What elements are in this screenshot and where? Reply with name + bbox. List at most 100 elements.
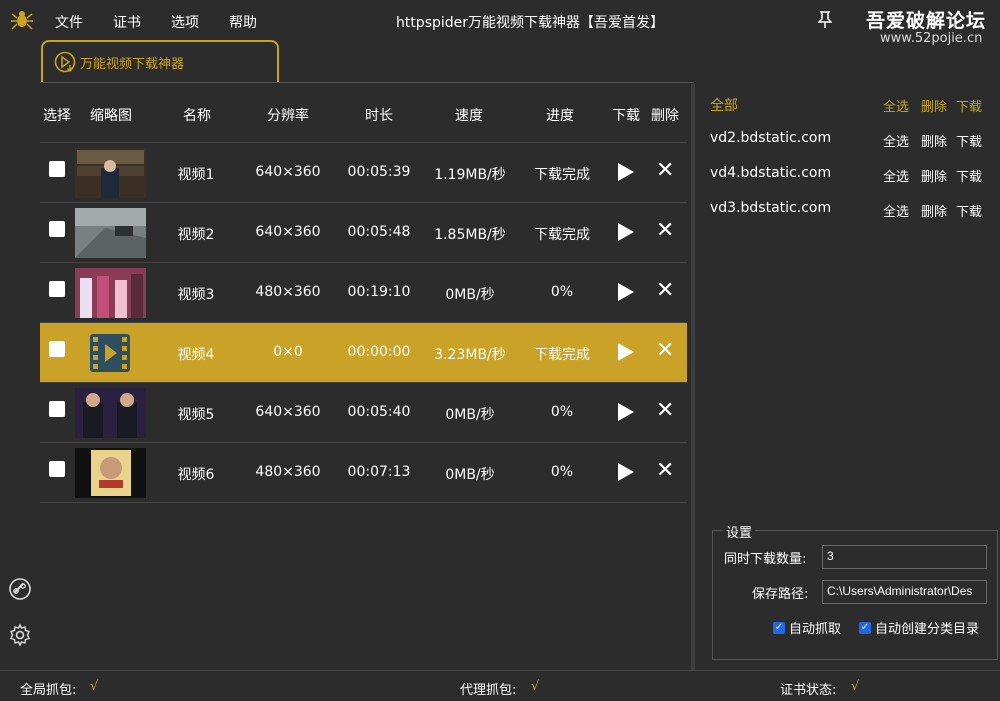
video-duration: 00:05:39	[347, 164, 411, 180]
watermark-title: 吾爱破解论坛	[866, 10, 987, 32]
save-path-label: 保存路径:	[752, 587, 809, 602]
concurrent-input[interactable]: 3	[822, 545, 987, 569]
video-speed: 3.23MB/秒	[434, 347, 506, 363]
table-row[interactable]: 视频5 640×360 00:05:40 0MB/秒 0% ✕	[40, 383, 687, 443]
row-checkbox[interactable]	[49, 221, 65, 237]
close-icon[interactable]: ✕	[656, 278, 674, 303]
video-speed: 0MB/秒	[445, 467, 495, 483]
video-progress: 下载完成	[534, 167, 590, 183]
film-icon	[90, 334, 130, 372]
close-icon[interactable]: ✕	[656, 218, 674, 243]
table-row[interactable]: 视频6 480×360 00:07:13 0MB/秒 0% ✕	[40, 443, 687, 503]
window-title: httpspider万能视频下载神器【吾爱首发】	[395, 15, 665, 31]
pin-icon[interactable]	[817, 11, 833, 33]
host-select-all-button[interactable]: 全选	[883, 166, 909, 185]
close-icon[interactable]: ✕	[656, 158, 674, 183]
table-header	[40, 84, 687, 143]
video-name: 视频5	[177, 407, 215, 423]
header-progress: 进度	[546, 108, 574, 124]
video-progress: 0%	[550, 284, 574, 300]
play-icon[interactable]	[618, 403, 634, 421]
proxy-capture-status: √	[531, 679, 540, 694]
play-icon[interactable]	[618, 223, 634, 241]
row-checkbox[interactable]	[49, 281, 65, 297]
header-download: 下载	[612, 108, 640, 124]
video-name: 视频1	[177, 167, 215, 183]
play-icon[interactable]	[618, 163, 634, 181]
host-delete-button[interactable]: 删除	[921, 166, 947, 185]
link-icon[interactable]	[8, 577, 32, 605]
video-resolution: 640×360	[255, 164, 321, 180]
save-path-input[interactable]: C:\Users\Administrator\Des	[822, 580, 987, 604]
video-speed: 1.85MB/秒	[434, 227, 506, 243]
concurrent-label: 同时下载数量:	[724, 552, 807, 567]
table-row[interactable]: 视频1 640×360 00:05:39 1.19MB/秒 下载完成 ✕	[40, 143, 687, 203]
all-download-button[interactable]: 下载	[956, 96, 982, 115]
tab-divider	[40, 82, 694, 83]
video-progress: 下载完成	[534, 227, 590, 243]
watermark-url: www.52pojie.cn	[880, 31, 983, 46]
header-delete: 删除	[651, 108, 679, 124]
all-delete-button[interactable]: 删除	[921, 96, 947, 115]
table-row[interactable]: 视频3 480×360 00:19:10 0MB/秒 0% ✕	[40, 263, 687, 323]
menu-file[interactable]: 文件	[55, 12, 83, 32]
table-row[interactable]: 视频4 0×0 00:00:00 3.23MB/秒 下载完成 ✕	[40, 323, 687, 383]
header-duration: 时长	[365, 108, 393, 124]
host-item[interactable]: vd2.bdstatic.com	[710, 130, 831, 146]
auto-folder-label: 自动创建分类目录	[875, 622, 980, 637]
video-speed: 0MB/秒	[445, 407, 495, 423]
close-icon[interactable]: ✕	[656, 398, 674, 423]
row-checkbox[interactable]	[49, 161, 65, 177]
global-capture-status: √	[90, 679, 99, 694]
host-delete-button[interactable]: 删除	[921, 131, 947, 150]
video-progress: 0%	[550, 404, 574, 420]
auto-folder-checkbox[interactable]: ✓	[859, 622, 871, 634]
host-item[interactable]: vd3.bdstatic.com	[710, 200, 831, 216]
row-checkbox[interactable]	[49, 461, 65, 477]
video-progress: 0%	[550, 464, 574, 480]
settings-legend: 设置	[723, 522, 756, 541]
close-icon[interactable]: ✕	[656, 338, 674, 363]
menu-options[interactable]: 选项	[171, 12, 199, 32]
video-thumbnail	[75, 448, 146, 498]
gear-icon[interactable]	[8, 623, 32, 651]
left-rail	[0, 40, 40, 670]
host-item[interactable]: vd4.bdstatic.com	[710, 165, 831, 181]
row-checkbox[interactable]	[49, 401, 65, 417]
panel-splitter[interactable]	[691, 84, 695, 670]
header-speed: 速度	[455, 108, 483, 124]
proxy-capture-label: 代理抓包:	[460, 683, 517, 698]
header-select: 选择	[43, 108, 71, 124]
host-download-button[interactable]: 下载	[956, 131, 982, 150]
host-download-button[interactable]: 下载	[956, 201, 982, 220]
row-checkbox[interactable]	[49, 341, 65, 357]
play-icon[interactable]	[618, 463, 634, 481]
video-name: 视频2	[177, 227, 215, 243]
header-thumbnail: 缩略图	[90, 108, 132, 124]
menu-certificate[interactable]: 证书	[113, 12, 141, 32]
close-icon[interactable]: ✕	[656, 458, 674, 483]
host-all-label[interactable]: 全部	[710, 95, 738, 115]
play-download-icon	[54, 51, 76, 77]
play-icon[interactable]	[618, 343, 634, 361]
video-duration: 00:05:40	[347, 404, 411, 420]
video-resolution: 480×360	[255, 464, 321, 480]
host-select-all-button[interactable]: 全选	[883, 131, 909, 150]
host-download-button[interactable]: 下载	[956, 166, 982, 185]
host-delete-button[interactable]: 删除	[921, 201, 947, 220]
video-speed: 0MB/秒	[445, 287, 495, 303]
video-duration: 00:05:48	[347, 224, 411, 240]
video-duration: 00:19:10	[347, 284, 411, 300]
all-select-all-button[interactable]: 全选	[883, 96, 909, 115]
video-name: 视频4	[177, 347, 215, 363]
table-row[interactable]: 视频2 640×360 00:05:48 1.85MB/秒 下载完成 ✕	[40, 203, 687, 263]
video-duration: 00:00:00	[347, 344, 411, 360]
host-select-all-button[interactable]: 全选	[883, 201, 909, 220]
auto-capture-label: 自动抓取	[789, 622, 842, 637]
menu-help[interactable]: 帮助	[229, 12, 257, 32]
header-name: 名称	[183, 108, 211, 124]
video-thumbnail	[75, 208, 146, 258]
auto-capture-checkbox[interactable]: ✓	[773, 622, 785, 634]
header-resolution: 分辨率	[267, 108, 309, 124]
play-icon[interactable]	[618, 283, 634, 301]
